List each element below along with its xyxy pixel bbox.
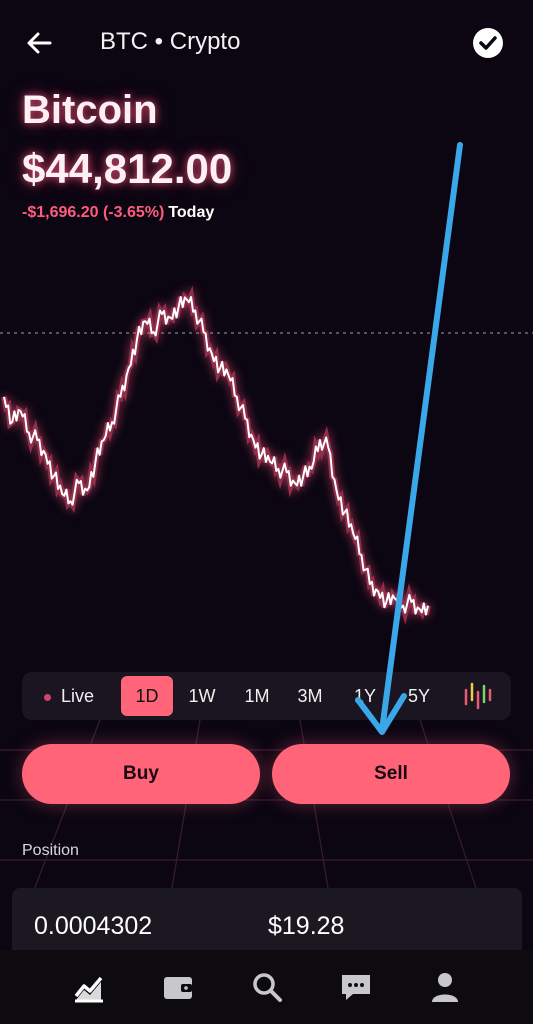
search-icon[interactable]: [250, 970, 284, 1004]
candlestick-chart-icon[interactable]: [462, 680, 496, 712]
profile-icon[interactable]: [428, 970, 462, 1004]
wallet-icon[interactable]: [161, 970, 195, 1004]
position-label: Position: [22, 842, 79, 859]
price-change: -$1,696.20 (-3.65%) Today: [22, 204, 214, 222]
price-change-period: Today: [168, 204, 215, 221]
price-chart[interactable]: [0, 240, 533, 660]
tab-live-label: Live: [60, 686, 95, 706]
position-card: 0.0004302 $19.28: [12, 888, 522, 958]
buy-button[interactable]: Buy: [22, 744, 260, 804]
messages-icon[interactable]: [339, 970, 373, 1004]
asset-price: $44,812.00: [22, 145, 233, 192]
position-value: $19.28: [268, 912, 345, 940]
live-dot: [43, 693, 51, 701]
tab-1d[interactable]: 1D: [121, 676, 173, 716]
check-circle-icon[interactable]: [473, 28, 503, 58]
page-title: BTC • Crypto: [100, 28, 241, 55]
position-quantity: 0.0004302: [34, 912, 153, 940]
sell-button[interactable]: Sell: [272, 744, 510, 804]
tab-3m[interactable]: 3M: [285, 676, 335, 716]
chart-icon[interactable]: [72, 970, 106, 1004]
bottom-nav: [0, 950, 533, 1024]
tab-1y[interactable]: 1Y: [340, 676, 390, 716]
tab-5y[interactable]: 5Y: [394, 676, 444, 716]
app-header: BTC • Crypto: [0, 0, 533, 88]
price-line-glow: [1, 285, 431, 625]
tab-1m[interactable]: 1M: [232, 676, 282, 716]
tab-1w[interactable]: 1W: [177, 676, 227, 716]
time-range-selector: Live 1D 1W 1M 3M 1Y 5Y: [22, 672, 511, 720]
asset-name: Bitcoin: [22, 88, 158, 132]
price-change-value: -$1,696.20 (-3.65%): [22, 204, 165, 221]
tab-live[interactable]: Live: [32, 676, 106, 716]
arrow-left-icon[interactable]: [24, 28, 54, 58]
